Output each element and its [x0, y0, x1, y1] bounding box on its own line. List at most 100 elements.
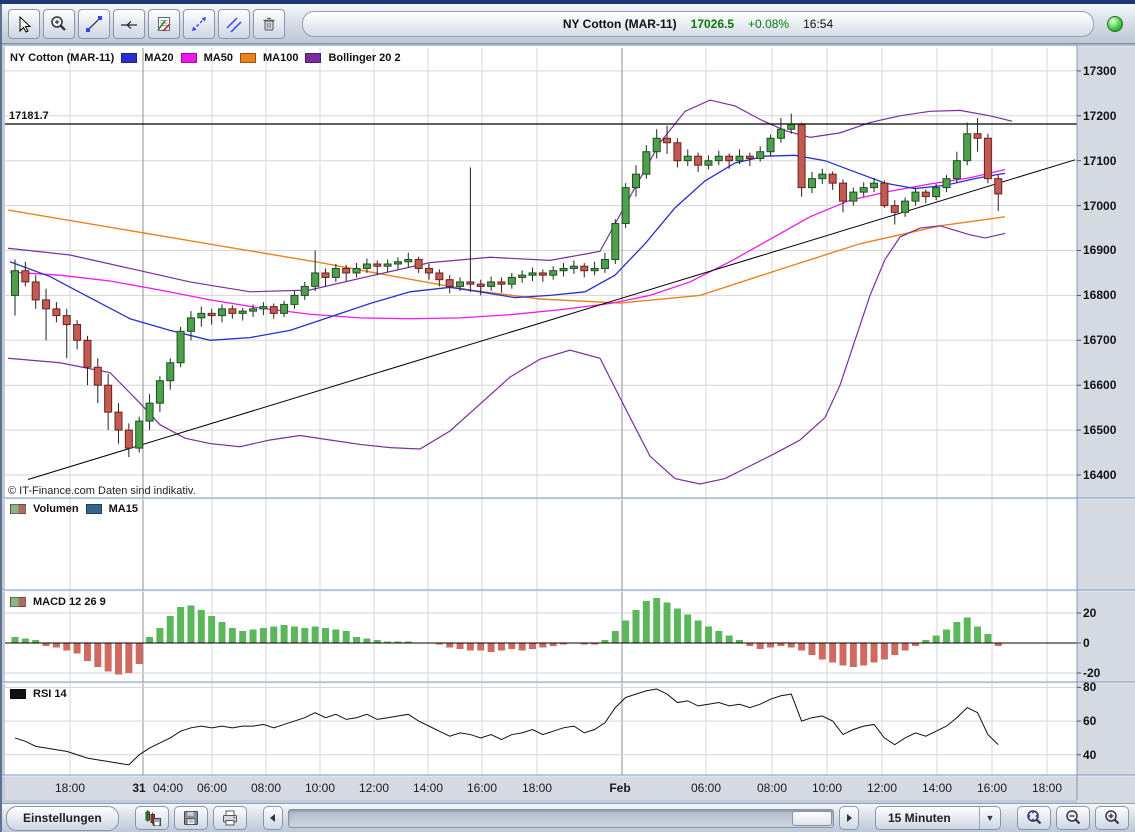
- price-axis-label: 16700: [1083, 333, 1116, 347]
- dashed-trendline-tool-button[interactable]: [183, 9, 215, 39]
- zoom-out-icon: [1063, 808, 1083, 828]
- time-axis-label: 06:00: [197, 781, 227, 795]
- annotations-tool-button[interactable]: [148, 9, 180, 39]
- pointer-tool-button[interactable]: [8, 9, 40, 39]
- chevron-down-icon: ▼: [979, 807, 1000, 829]
- rsi-label: RSI 14: [33, 688, 67, 700]
- zoom-mode-tool-button[interactable]: [43, 9, 75, 39]
- price-axis-label: 16800: [1083, 288, 1116, 302]
- time-axis-label: 31: [132, 781, 145, 795]
- time-axis-label: 14:00: [413, 781, 443, 795]
- macd-panel-legend: MACD 12 26 9: [10, 596, 106, 608]
- time-axis-label: 14:00: [922, 781, 952, 795]
- settings-button[interactable]: Einstellungen: [6, 806, 119, 831]
- rsi-axis-label: 80: [1083, 680, 1096, 694]
- chart-canvas: [0, 0, 1135, 832]
- arrow-right-icon: [844, 813, 854, 823]
- copyright-note: © IT-Finance.com Daten sind indikativ.: [8, 485, 196, 497]
- quote-time: 16:54: [803, 17, 833, 31]
- time-axis-label: 12:00: [359, 781, 389, 795]
- annotations-icon: [154, 14, 174, 34]
- zoom-fit-icon: [1024, 808, 1044, 828]
- time-axis-label: 16:00: [977, 781, 1007, 795]
- volume-swatch: [10, 504, 26, 514]
- time-axis-label: 16:00: [467, 781, 497, 795]
- price-line-label: 17181.7: [9, 110, 49, 122]
- window-top-border: [0, 0, 1135, 4]
- volume-panel-legend: Volumen MA15: [10, 503, 138, 515]
- rsi-axis-label: 40: [1083, 748, 1096, 762]
- macd-label: MACD 12 26 9: [33, 596, 106, 608]
- time-axis-label: 18:00: [55, 781, 85, 795]
- timeframe-value: 15 Minuten: [888, 811, 951, 825]
- floppy-disk-icon: [181, 808, 201, 828]
- delete-drawings-tool-button[interactable]: [253, 9, 285, 39]
- price-axis-label: 16600: [1083, 378, 1116, 392]
- scroll-right-button[interactable]: [839, 806, 859, 830]
- dashed-trendline-icon: [189, 14, 209, 34]
- zoom-in-icon: [1102, 808, 1122, 828]
- zoom-out-button[interactable]: [1056, 806, 1090, 830]
- rsi-swatch: [10, 689, 26, 699]
- save-button[interactable]: [174, 806, 208, 830]
- zoom-mode-icon: [49, 14, 69, 34]
- bollinger-label: Bollinger 20 2: [328, 52, 400, 64]
- scroll-left-button[interactable]: [263, 806, 283, 830]
- macd-axis-label: -20: [1083, 666, 1100, 680]
- quote-instrument: NY Cotton (MAR-11): [563, 17, 677, 31]
- bollinger-swatch: [305, 53, 321, 63]
- ma20-swatch: [121, 53, 137, 63]
- price-axis-label: 17000: [1083, 199, 1116, 213]
- timeframe-dropdown[interactable]: 15 Minuten ▼: [875, 806, 1001, 830]
- time-axis-label: 08:00: [757, 781, 787, 795]
- price-axis-label: 16500: [1083, 423, 1116, 437]
- horizontal-line-tool-button[interactable]: [113, 9, 145, 39]
- trendline-tool-button[interactable]: [78, 9, 110, 39]
- ma50-label: MA50: [204, 52, 233, 64]
- bottom-toolbar: Einstellungen 15 Minuten ▼: [0, 803, 1135, 832]
- ma100-label: MA100: [263, 52, 298, 64]
- zoom-in-button[interactable]: [1095, 806, 1129, 830]
- save-chart-template-button[interactable]: [135, 806, 169, 830]
- price-axis-label: 17300: [1083, 64, 1116, 78]
- volume-label: Volumen: [33, 503, 79, 515]
- print-button[interactable]: [213, 806, 247, 830]
- legend-instrument-title: NY Cotton (MAR-11): [10, 52, 114, 64]
- chart-save-icon: [142, 808, 162, 828]
- pointer-icon: [14, 14, 34, 34]
- quote-price: 17026.5: [691, 17, 734, 31]
- price-axis-label: 17100: [1083, 154, 1116, 168]
- trendline-icon: [84, 14, 104, 34]
- horizontal-line-icon: [119, 14, 139, 34]
- ma20-label: MA20: [144, 52, 173, 64]
- parallel-lines-tool-button[interactable]: [218, 9, 250, 39]
- time-axis-label: 10:00: [305, 781, 335, 795]
- rsi-axis-label: 60: [1083, 714, 1096, 728]
- price-axis-label: 16400: [1083, 468, 1116, 482]
- time-scrollbar[interactable]: [288, 809, 834, 828]
- window-left-border: [0, 4, 2, 832]
- zoom-fit-button[interactable]: [1017, 806, 1051, 830]
- parallel-lines-icon: [224, 14, 244, 34]
- connection-status-led: [1107, 16, 1123, 32]
- time-axis-label: 12:00: [867, 781, 897, 795]
- price-axis-label: 17200: [1083, 109, 1116, 123]
- time-axis-label: 18:00: [522, 781, 552, 795]
- ma15-label: MA15: [109, 503, 138, 515]
- trash-icon: [259, 14, 279, 34]
- ma100-swatch: [240, 53, 256, 63]
- rsi-panel-legend: RSI 14: [10, 688, 67, 700]
- price-panel-legend: NY Cotton (MAR-11) MA20 MA50 MA100 Bolli…: [10, 52, 401, 64]
- quote-bar[interactable]: NY Cotton (MAR-11) 17026.5 +0.08% 16:54: [302, 11, 1094, 37]
- time-axis-label: 10:00: [812, 781, 842, 795]
- time-axis-label: 06:00: [691, 781, 721, 795]
- ma50-swatch: [181, 53, 197, 63]
- time-axis-label: 04:00: [153, 781, 183, 795]
- macd-swatch: [10, 597, 26, 607]
- quote-change: +0.08%: [748, 17, 789, 31]
- price-axis-label: 16900: [1083, 243, 1116, 257]
- printer-icon: [220, 808, 240, 828]
- macd-axis-label: 20: [1083, 606, 1096, 620]
- time-axis-label: Feb: [609, 781, 630, 795]
- time-scrollbar-thumb[interactable]: [792, 811, 832, 826]
